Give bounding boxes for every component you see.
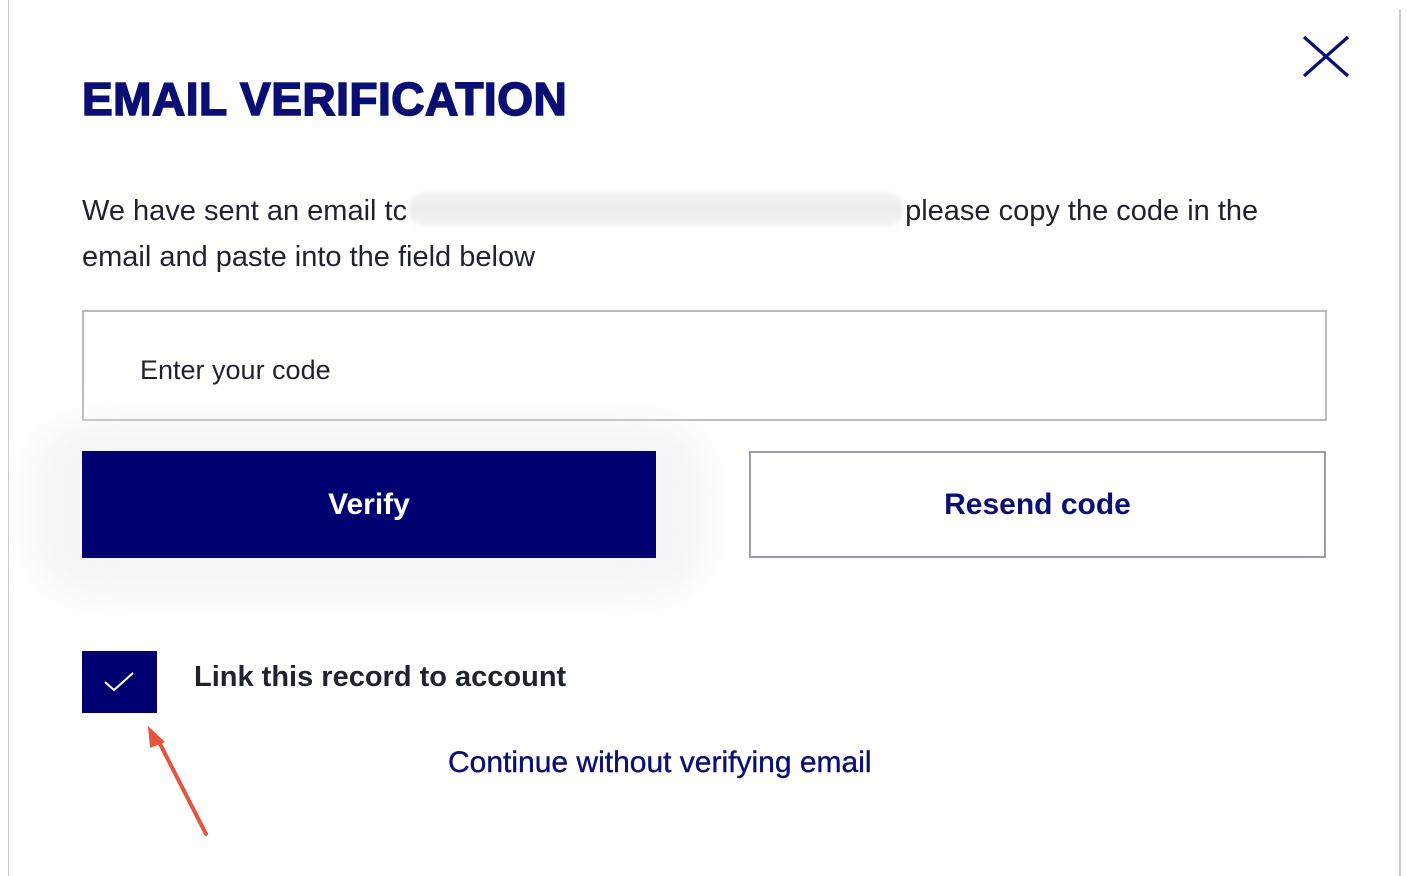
email-verification-dialog: EMAIL VERIFICATION We have sent an email… [0,0,1407,876]
continue-without-verifying-link[interactable]: Continue without verifying email [448,746,872,780]
code-input[interactable] [140,348,1260,392]
resend-code-button[interactable]: Resend code [749,451,1326,558]
code-field[interactable] [82,310,1327,421]
verify-button[interactable]: Verify [82,451,656,558]
close-button[interactable] [1300,34,1352,80]
arrow-annotation-icon [148,726,208,836]
link-record-label: Link this record to account [194,661,567,693]
instruction-text: We have sent an email tc please copy the … [82,188,1322,280]
dialog-left-edge [8,0,9,876]
close-icon [1302,35,1350,78]
dialog-title: EMAIL VERIFICATION [81,72,568,126]
dialog-right-edge [1399,10,1401,876]
checkmark-icon [104,672,134,692]
redacted-email [409,192,904,226]
link-record-checkbox[interactable] [82,651,157,713]
instruction-text-start: We have sent an email tc [82,195,408,227]
